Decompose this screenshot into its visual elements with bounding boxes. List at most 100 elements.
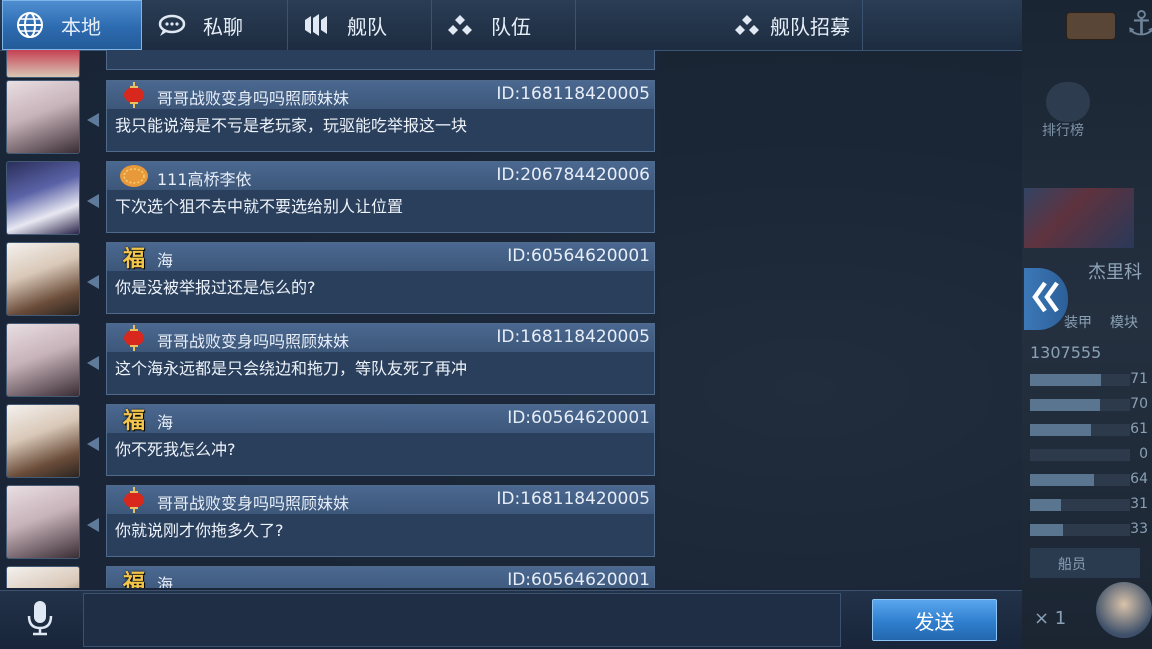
stat-value: 31	[1130, 496, 1148, 512]
stat-bar-fill	[1030, 374, 1101, 386]
tab-fleet-label: 舰队	[347, 14, 387, 39]
microphone-icon	[25, 599, 55, 641]
chat-tab-bar: 本地 私聊 舰队 队伍 舰队招募	[0, 0, 1022, 51]
treasure-chest-icon	[1066, 12, 1116, 40]
sender-id: ID:168118420005	[496, 489, 650, 509]
sender-name[interactable]: 海	[157, 571, 173, 588]
chat-panel: 本地 私聊 舰队 队伍 舰队招募 哥哥战败变身吗吗照顾妹妹 ID:1681184…	[0, 0, 1022, 649]
stat-value: 61	[1130, 421, 1148, 437]
sender-name[interactable]: 海	[157, 247, 173, 271]
message-bubble: 福海 ID:60564620001 你不死我怎么冲?	[106, 404, 655, 476]
stat-value: 70	[1130, 396, 1148, 412]
multiplier-label: × 1	[1034, 608, 1067, 629]
message-text: 这个海永远都是只会绕边和拖刀，等队友死了再冲	[115, 359, 468, 378]
message-text: 你就说刚才你拖多久了?	[115, 521, 284, 540]
rank-label: 排行榜	[1042, 123, 1084, 139]
chat-bubble-icon	[155, 8, 189, 42]
message-header: 111高桥李依 ID:206784420006	[107, 162, 654, 190]
rank-icon	[1046, 82, 1090, 122]
sender-id: ID:60564620001	[507, 570, 650, 588]
message-bubble: 哥哥战败变身吗吗照顾妹妹 ID:168118420005 我只能说海是不亏是老玩家，…	[106, 80, 655, 152]
sender-name[interactable]: 哥哥战败变身吗吗照顾妹妹	[157, 490, 349, 514]
bubble-pointer	[87, 356, 99, 370]
message-list[interactable]: 哥哥战败变身吗吗照顾妹妹 ID:168118420005 我只能说海是不亏是老玩家，…	[0, 50, 660, 588]
lantern-icon	[117, 487, 151, 513]
anime-girls-avatar[interactable]	[6, 80, 80, 154]
message-bubble: 福海 ID:60564620001	[106, 566, 655, 588]
fu-icon: 福	[117, 406, 151, 434]
bubble-pointer	[87, 113, 99, 127]
stat-bar-fill	[1030, 524, 1063, 536]
stat-value: 64	[1130, 471, 1148, 487]
sender-id: ID:206784420006	[496, 165, 650, 185]
lantern-icon	[117, 82, 151, 108]
fu-glyph: 福	[122, 408, 145, 434]
avatar[interactable]	[6, 50, 80, 78]
tab-team[interactable]: 队伍	[433, 0, 576, 50]
fleet-icon	[299, 8, 333, 42]
tab-team-label: 队伍	[491, 14, 531, 39]
chat-message-input[interactable]	[83, 593, 841, 647]
fu-glyph: 福	[122, 246, 145, 272]
tab-fleet-recruit-label: 舰队招募	[770, 14, 850, 39]
fu-glyph: 福	[122, 570, 145, 588]
message-header: 哥哥战败变身吗吗照顾妹妹 ID:168118420005	[107, 324, 654, 352]
message-header: 福海 ID:60564620001	[107, 405, 654, 434]
message-header: 哥哥战败变身吗吗照顾妹妹 ID:168118420005	[107, 81, 654, 109]
message-text: 我只能说海是不亏是老玩家，玩驱能吃举报这一块	[115, 116, 468, 135]
sender-id: ID:168118420005	[496, 84, 650, 104]
tab-local[interactable]: 本地	[2, 0, 142, 50]
message-text: 下次选个狙不去中就不要选给别人让位置	[115, 197, 404, 216]
sender-name[interactable]: 哥哥战败变身吗吗照顾妹妹	[157, 85, 349, 109]
message-bubble: 111高桥李依 ID:206784420006 下次选个狙不去中就不要选给别人让位置	[106, 161, 655, 233]
team-icon	[443, 8, 477, 42]
anime-girls-avatar[interactable]	[6, 485, 80, 559]
anime-girls-avatar[interactable]	[6, 323, 80, 397]
stat-bar-fill	[1030, 474, 1094, 486]
message-text: 你不死我怎么冲?	[115, 440, 236, 459]
double-chevron-left-icon	[1031, 280, 1061, 318]
tab-fleet[interactable]: 舰队	[289, 0, 432, 50]
voice-button[interactable]	[0, 591, 80, 649]
bubble-pointer	[87, 275, 99, 289]
bubble-pointer	[87, 194, 99, 208]
tab-private-chat[interactable]: 私聊	[145, 0, 288, 50]
stat-value: 71	[1130, 371, 1148, 387]
chat-input-bar: 发送	[0, 590, 1022, 649]
tab-fleet-recruit[interactable]: 舰队招募	[577, 0, 863, 50]
tab-local-label: 本地	[61, 14, 101, 39]
fu-icon: 福	[117, 244, 151, 272]
sender-name[interactable]: 海	[157, 409, 173, 433]
message-header: 福海 ID:60564620001	[107, 567, 654, 588]
message-header: 福海 ID:60564620001	[107, 243, 654, 272]
sender-id: ID:168118420005	[496, 327, 650, 347]
crew-label: 船员	[1058, 557, 1086, 573]
stat-bar-fill	[1030, 499, 1061, 511]
white-hair-avatar[interactable]	[6, 161, 80, 235]
armor-label: 装甲	[1064, 315, 1092, 331]
message-bubble	[106, 50, 655, 70]
stat-value: 33	[1130, 521, 1148, 537]
message-bubble: 哥哥战败变身吗吗照顾妹妹 ID:168118420005 这个海永远都是只会绕边和拖…	[106, 323, 655, 395]
photo-avatar[interactable]	[6, 404, 80, 478]
photo-avatar[interactable]	[6, 566, 80, 588]
message-bubble: 哥哥战败变身吗吗照顾妹妹 ID:168118420005 你就说刚才你拖多久了?	[106, 485, 655, 557]
photo-avatar[interactable]	[6, 242, 80, 316]
bubble-pointer	[87, 518, 99, 532]
id-fragment: 1307555	[1030, 343, 1102, 362]
lantern-icon	[117, 325, 151, 351]
flag-decoration	[1024, 188, 1134, 248]
sender-name[interactable]: 111高桥李依	[157, 166, 252, 190]
send-button[interactable]: 发送	[872, 599, 997, 641]
sender-name[interactable]: 哥哥战败变身吗吗照顾妹妹	[157, 328, 349, 352]
anchor-icon: ⚓	[1126, 4, 1152, 44]
sender-id: ID:60564620001	[507, 408, 650, 428]
tab-private-chat-label: 私聊	[203, 14, 243, 39]
bubble-pointer	[87, 437, 99, 451]
message-bubble: 福海 ID:60564620001 你是没被举报过还是怎么的?	[106, 242, 655, 314]
stat-value: 0	[1139, 446, 1148, 462]
stat-bar-fill	[1030, 399, 1100, 411]
globe-icon	[13, 8, 47, 42]
fu-icon: 福	[117, 568, 151, 588]
stat-bar-fill	[1030, 424, 1091, 436]
